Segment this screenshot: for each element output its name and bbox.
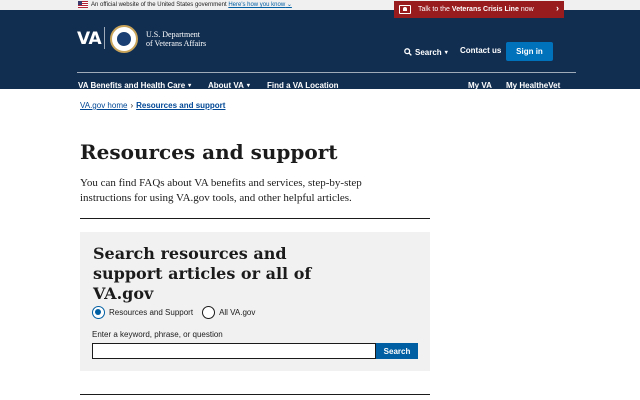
header-divider [77,72,576,73]
page-title: Resources and support [80,140,338,164]
bottom-divider [80,394,430,395]
nav-find-location[interactable]: Find a VA Location [267,81,339,90]
search-panel-title: Search resources and support articles or… [93,244,312,303]
heres-how-you-know-label: Here's how you know [228,2,286,8]
nav-find-location-label: Find a VA Location [267,81,339,90]
chevron-down-icon: ▾ [188,83,192,89]
us-flag-icon [78,1,88,8]
search-icon [404,48,412,56]
va-seal-icon [110,25,138,53]
contact-us-link[interactable]: Contact us [460,46,501,55]
chevron-right-icon: › [556,3,559,13]
nav-benefits-health-care-label: VA Benefits and Health Care [78,81,186,90]
nav-about-va-label: About VA [208,81,244,90]
nav-my-va[interactable]: My VA [468,81,492,90]
sign-in-button[interactable]: Sign in [506,42,553,61]
va-seal-center [117,32,131,46]
chevron-down-icon: ▾ [246,83,250,89]
site-header: VA U.S. Department of Veterans Affairs S… [0,10,640,90]
search-field-label: Enter a keyword, phrase, or question [92,330,223,339]
breadcrumb-current-link[interactable]: Resources and support [136,101,225,110]
radio-all-va-gov-label[interactable]: All VA.gov [219,308,255,317]
chevron-down-icon: ⌄ [285,2,292,8]
department-name-line1: U.S. Department [146,30,200,39]
search-submit-button[interactable]: Search [376,343,418,359]
gov-banner-label: An official website of the United States… [91,2,227,8]
gov-banner-text: An official website of the United States… [91,1,292,9]
intro-text: You can find FAQs about VA benefits and … [80,177,362,204]
search-input[interactable] [92,343,376,359]
radio-resources-support-label[interactable]: Resources and Support [109,308,193,317]
search-scope-radios: Resources and Support All VA.gov [92,306,264,319]
section-divider [80,218,430,219]
breadcrumb: VA.gov home › Resources and support [80,101,225,110]
department-name-line2: of Veterans Affairs [146,39,207,48]
nav-benefits-health-care[interactable]: VA Benefits and Health Care ▾ [78,81,191,90]
logo-divider [104,27,105,49]
nav-about-va[interactable]: About VA ▾ [208,81,250,90]
veterans-crisis-line-button[interactable]: Talk to the Veterans Crisis Line now › [394,1,564,18]
department-name[interactable]: U.S. Department of Veterans Affairs [146,30,206,48]
va-logo[interactable]: VA [77,29,102,49]
crisis-line-prefix: Talk to the [418,6,450,13]
radio-all-va-gov[interactable] [202,306,216,319]
nav-my-healthevet-label: My HealtheVet [506,81,561,90]
main-nav: VA Benefits and Health Care ▾ About VA ▾ F… [0,81,640,93]
crisis-line-name: Veterans Crisis Line [451,6,519,13]
crisis-line-suffix: now [520,6,534,13]
breadcrumb-separator: › [130,101,134,110]
nav-my-healthevet[interactable]: My HealtheVet [506,81,560,90]
chevron-down-icon: ▾ [444,49,448,56]
header-search-label: Search [415,47,442,57]
search-panel: Search resources and support articles or… [80,232,430,371]
breadcrumb-home-link[interactable]: VA.gov home [80,101,127,110]
header-search-button[interactable]: Search ▾ [404,45,448,59]
radio-resources-support[interactable] [92,306,105,319]
crisis-line-icon [399,5,411,14]
heres-how-you-know-link[interactable]: Here's how you know ⌄ [228,2,292,8]
nav-my-va-label: My VA [468,81,492,90]
